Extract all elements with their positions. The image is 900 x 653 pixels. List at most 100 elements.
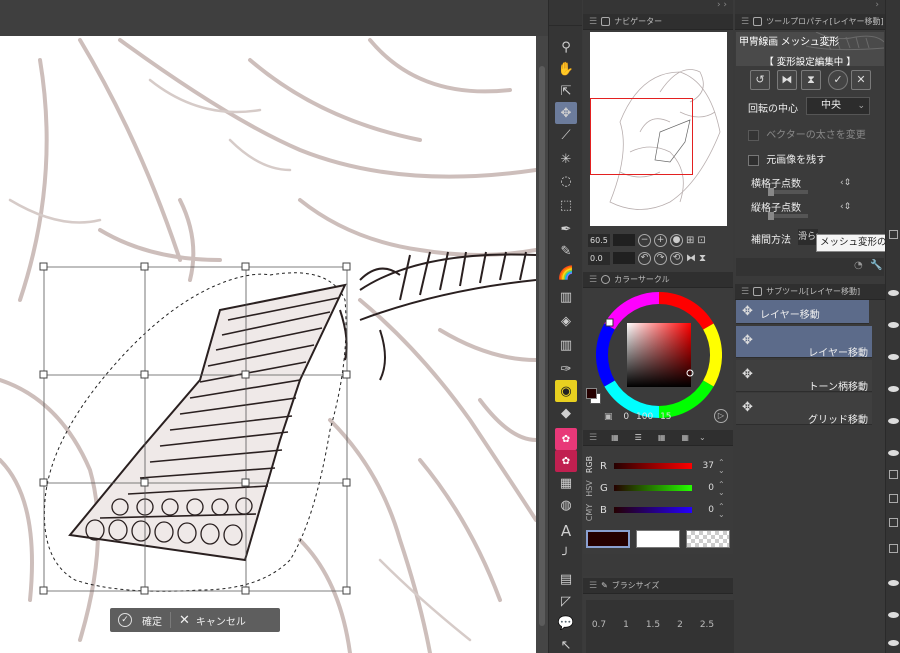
- flip-v-icon[interactable]: ⧗: [699, 253, 706, 264]
- text-tool-icon[interactable]: A: [555, 520, 577, 542]
- color-slider-tab-icon[interactable]: ☰: [635, 433, 642, 442]
- line-tool-icon[interactable]: ◸: [555, 590, 577, 612]
- navigator-view-rect[interactable]: [590, 98, 693, 175]
- blue-spinner[interactable]: ⌃ ⌄: [718, 503, 725, 519]
- eye-icon[interactable]: [888, 386, 899, 392]
- lasso-tool-icon[interactable]: ◌: [555, 170, 577, 192]
- main-color-swatch[interactable]: [586, 530, 630, 548]
- eye-icon[interactable]: [888, 418, 899, 424]
- actual-size-icon[interactable]: ⊡: [697, 235, 705, 246]
- eye-icon[interactable]: [888, 290, 899, 296]
- flip-h-icon[interactable]: ⧓: [686, 253, 696, 264]
- interpolation-select[interactable]: 滑らか(バイ: [798, 229, 818, 245]
- object-tool-icon[interactable]: ⇱: [555, 80, 577, 102]
- layer-checkbox[interactable]: [889, 470, 898, 479]
- chevron-down-icon[interactable]: ⌄: [699, 433, 706, 442]
- auto-select-tool-icon[interactable]: ✳: [555, 148, 577, 170]
- fill-tool-icon[interactable]: ◈: [555, 310, 577, 332]
- hsv-tab[interactable]: HSV: [585, 480, 594, 497]
- eraser-tool-icon[interactable]: ◆: [555, 402, 577, 424]
- reset-rotate-icon[interactable]: ⟲: [670, 251, 683, 265]
- subtool-group-move[interactable]: ✥ レイヤー移動: [736, 300, 869, 324]
- red-value[interactable]: 37: [694, 461, 714, 471]
- rotation-center-select[interactable]: 中央 ⌄: [806, 97, 870, 115]
- selection-tool-icon[interactable]: ⬚: [555, 194, 577, 216]
- rgb-tab[interactable]: RGB: [585, 456, 594, 473]
- layer-checkbox[interactable]: [889, 518, 898, 527]
- fit-window-icon[interactable]: ⊞: [686, 235, 694, 246]
- zoom-out-icon[interactable]: −: [638, 233, 651, 247]
- curve-tool-icon[interactable]: ╯: [555, 544, 577, 566]
- brush-size-option[interactable]: 1: [613, 620, 639, 630]
- keep-original-checkbox[interactable]: [748, 154, 759, 166]
- cancel-icon[interactable]: ✕: [851, 70, 871, 90]
- brush-tool-icon[interactable]: 🌈: [555, 262, 577, 284]
- tool-property-tab[interactable]: ☰ ツールプロパティ[レイヤー移動]: [735, 14, 885, 30]
- vector-width-checkbox[interactable]: [748, 129, 759, 141]
- layer-checkbox[interactable]: [889, 494, 898, 503]
- intermediate-color-tab-icon[interactable]: ▦: [658, 433, 666, 442]
- horizontal-points-spinner[interactable]: ‹⇕: [840, 178, 851, 188]
- subtool-item[interactable]: ✥ グリッド移動: [736, 393, 872, 426]
- red-slider[interactable]: [614, 463, 692, 469]
- approx-color-tab-icon[interactable]: ▦: [681, 433, 689, 442]
- navigator-tab[interactable]: ☰ ナビゲーター: [583, 14, 733, 30]
- brush-size-tab[interactable]: ☰ ✎ ブラシサイズ: [583, 578, 733, 594]
- blend-tool-icon[interactable]: ✑: [555, 358, 577, 380]
- sub-color-swatch[interactable]: [636, 530, 680, 548]
- transparent-swatch[interactable]: [686, 530, 730, 548]
- gradient-tool-icon[interactable]: ✿: [555, 450, 577, 472]
- horizontal-points-slider[interactable]: [768, 188, 808, 196]
- expand-icon[interactable]: ▷: [714, 409, 728, 423]
- eye-icon[interactable]: [888, 322, 899, 328]
- decoration-tool-icon[interactable]: ▥: [555, 334, 577, 356]
- flip-vertical-icon[interactable]: ⧗: [801, 70, 821, 90]
- pen-tool-icon[interactable]: ✒: [555, 218, 577, 240]
- canvas-paper[interactable]: [0, 36, 536, 653]
- brush-size-option[interactable]: 1.5: [640, 620, 666, 630]
- color-mode-icon[interactable]: ▣: [604, 412, 613, 422]
- blue-slider[interactable]: [614, 507, 692, 513]
- flip-horizontal-icon[interactable]: ⧓: [777, 70, 797, 90]
- subtool-tab[interactable]: ☰ サブツール[レイヤー移動]: [735, 284, 885, 300]
- airbrush-tool-icon[interactable]: ▥: [555, 286, 577, 308]
- brush-size-option[interactable]: 2: [667, 620, 693, 630]
- zoom-in-icon[interactable]: +: [654, 233, 667, 247]
- subtool-item[interactable]: ✥ トーン柄移動: [736, 360, 872, 393]
- eyedropper-tool-icon[interactable]: ⟋: [555, 124, 577, 146]
- main-sub-color-icon[interactable]: [586, 388, 602, 404]
- navigator-preview[interactable]: [590, 32, 727, 226]
- ruler-tool-icon[interactable]: ◍: [555, 494, 577, 516]
- correction-tool-icon[interactable]: ↖: [555, 634, 577, 653]
- confirm-icon[interactable]: ✓: [828, 70, 848, 90]
- color-circle-tab[interactable]: ☰ カラーサークル: [583, 272, 733, 288]
- eye-icon[interactable]: [888, 354, 899, 360]
- brush-size-option[interactable]: 0.7: [586, 620, 612, 630]
- cmy-tab[interactable]: CMY: [585, 504, 594, 521]
- canvas-scrollbar[interactable]: [536, 36, 548, 653]
- eye-icon[interactable]: [888, 450, 899, 456]
- rotate-slider[interactable]: [613, 252, 635, 264]
- brush-size-option[interactable]: 2.5: [694, 620, 720, 630]
- pencil-tool-icon[interactable]: ✎: [555, 240, 577, 262]
- fit-icon[interactable]: ●: [670, 233, 683, 247]
- hand-tool-icon[interactable]: ✋: [555, 58, 577, 80]
- subtool-item[interactable]: ✥ レイヤー移動: [736, 326, 872, 359]
- balloon-tool-icon[interactable]: 💬: [555, 612, 577, 634]
- color-wheel[interactable]: [596, 292, 722, 418]
- rotate-left-icon[interactable]: ↶: [638, 251, 651, 265]
- blue-value[interactable]: 0: [694, 505, 714, 515]
- green-spinner[interactable]: ⌃ ⌄: [718, 481, 725, 497]
- zoom-slider[interactable]: [613, 234, 635, 246]
- vertical-points-spinner[interactable]: ‹⇕: [840, 202, 851, 212]
- settings-icon[interactable]: ◔: [854, 260, 863, 271]
- frame-tool-icon[interactable]: ▤: [555, 568, 577, 590]
- move-layer-tool-icon[interactable]: ✥: [555, 102, 577, 124]
- confirm-button[interactable]: ✓ 確定: [110, 608, 170, 632]
- eye-icon[interactable]: [888, 640, 899, 646]
- canvas-drawing[interactable]: [0, 36, 536, 653]
- vertical-points-slider[interactable]: [768, 212, 808, 220]
- zoom-value[interactable]: 60.5: [588, 233, 610, 247]
- gradient-fill-icon[interactable]: ▦: [555, 472, 577, 494]
- wrench-icon[interactable]: 🔧: [870, 260, 882, 271]
